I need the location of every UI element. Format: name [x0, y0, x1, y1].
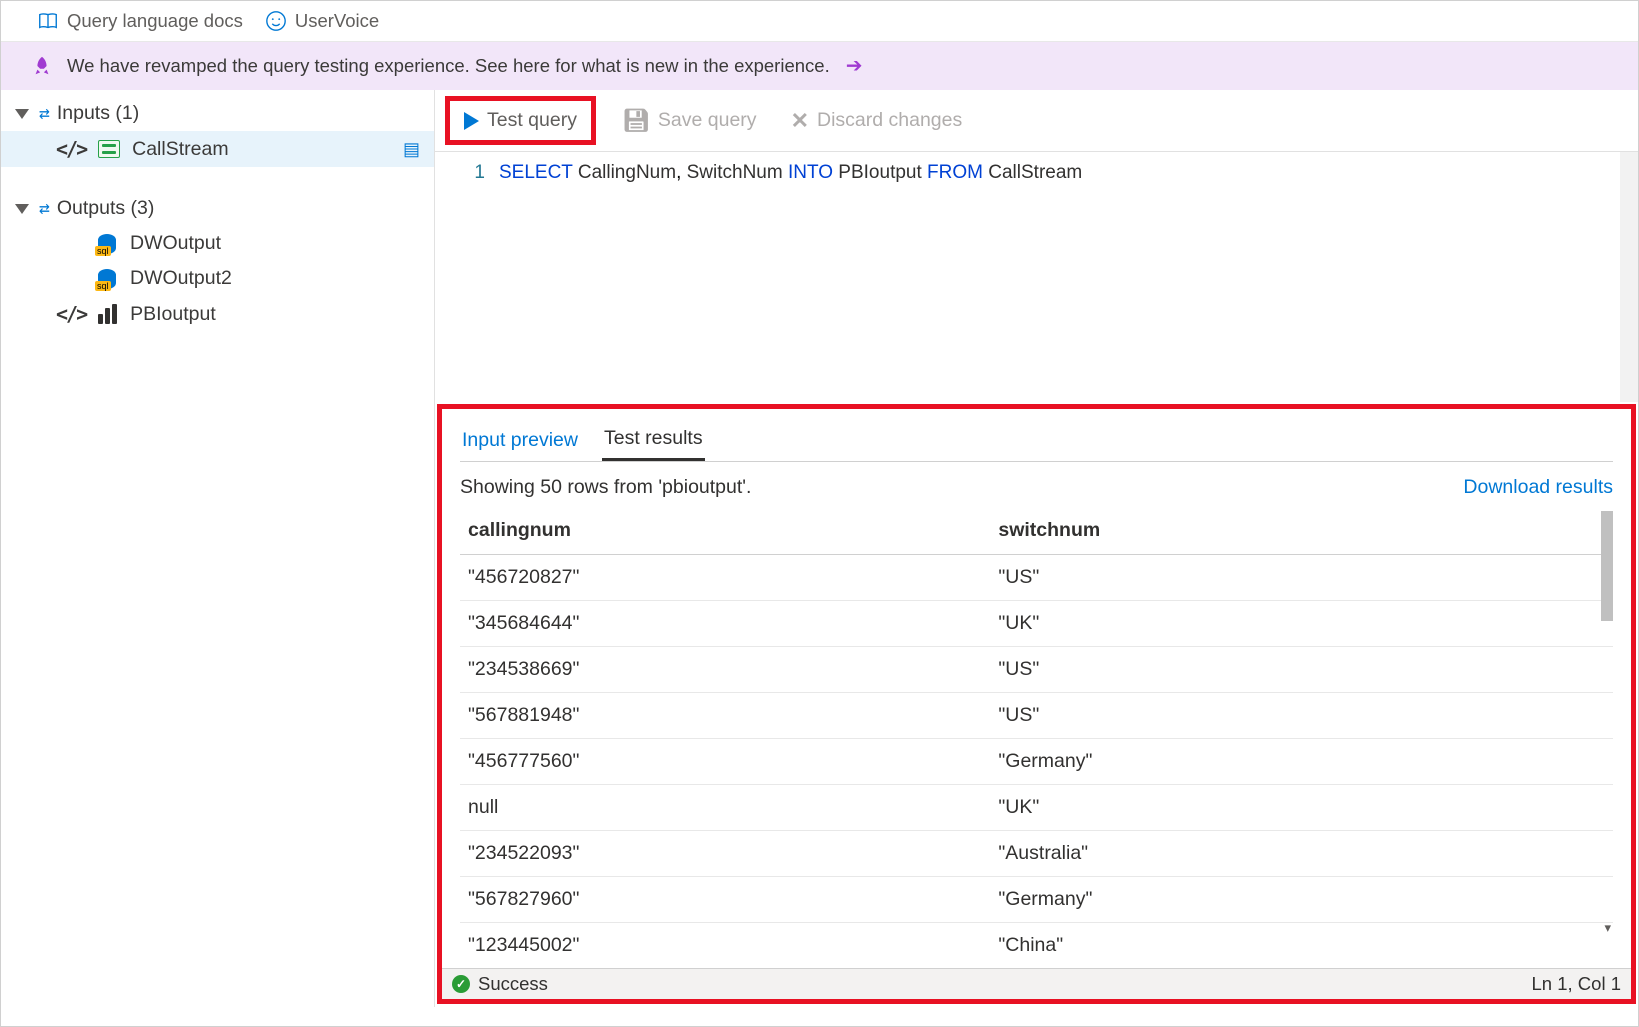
cell-switchnum: "US" — [990, 555, 1613, 601]
test-query-highlight-box: Test query — [445, 96, 596, 145]
sidebar-item-pbioutput[interactable]: </> PBIoutput — [1, 296, 434, 332]
line-number: 1 — [474, 162, 485, 183]
outputs-group-icon: ⇄ — [39, 198, 49, 219]
query-toolbar: Test query 💾︎ Save query ✕ Discard chang… — [435, 90, 1638, 152]
column-header-switchnum[interactable]: switchnum — [990, 507, 1613, 555]
info-banner: We have revamped the query testing exper… — [1, 42, 1638, 90]
tab-test-results[interactable]: Test results — [602, 419, 705, 461]
sql-db-icon — [96, 233, 118, 255]
status-bar: ✓ Success Ln 1, Col 1 — [442, 968, 1631, 999]
table-row[interactable]: "567881948""US" — [460, 693, 1613, 739]
inputs-group-icon: ⇄ — [39, 103, 49, 124]
powerbi-icon — [98, 304, 118, 324]
test-query-button[interactable]: Test query — [456, 103, 585, 138]
cell-callingnum: "234522093" — [460, 831, 990, 877]
success-icon: ✓ — [452, 975, 470, 993]
docs-link-label: Query language docs — [67, 10, 243, 32]
cell-switchnum: "US" — [990, 647, 1613, 693]
outputs-group-header[interactable]: ⇄ Outputs (3) — [1, 191, 434, 226]
save-icon: 💾︎ — [622, 108, 650, 134]
cell-switchnum: "US" — [990, 693, 1613, 739]
code-line[interactable]: SELECT CallingNum, SwitchNum INTO PBIout… — [499, 156, 1082, 402]
table-row[interactable]: "456720827""US" — [460, 555, 1613, 601]
table-row[interactable]: "345684644""UK" — [460, 601, 1613, 647]
table-row[interactable]: null"UK" — [460, 785, 1613, 831]
scroll-down-arrow-icon[interactable]: ▾ — [1604, 920, 1611, 936]
results-scrollbar[interactable] — [1601, 511, 1613, 621]
cell-callingnum: null — [460, 785, 990, 831]
sidebar-item-dwoutput2[interactable]: DWOutput2 — [1, 261, 434, 296]
sidebar-item-callstream[interactable]: </> CallStream ▤ — [1, 131, 434, 167]
cell-switchnum: "China" — [990, 923, 1613, 969]
column-header-callingnum[interactable]: callingnum — [460, 507, 990, 555]
book-icon — [37, 10, 59, 32]
sidebar-item-dwoutput[interactable]: DWOutput — [1, 226, 434, 261]
rocket-icon — [31, 55, 53, 77]
right-pane: Test query 💾︎ Save query ✕ Discard chang… — [435, 90, 1638, 1007]
results-highlight-box: Input preview Test results Showing 50 ro… — [437, 404, 1636, 1004]
edit-icon[interactable]: ▤ — [403, 139, 420, 160]
table-row[interactable]: "456777560""Germany" — [460, 739, 1613, 785]
sidebar-item-label: DWOutput — [130, 232, 221, 255]
cell-callingnum: "456720827" — [460, 555, 990, 601]
uservoice-link-label: UserVoice — [295, 10, 379, 32]
table-header-row: callingnum switchnum — [460, 507, 1613, 555]
result-meta-row: Showing 50 rows from 'pbioutput'. Downlo… — [442, 462, 1631, 507]
outputs-heading-label: Outputs (3) — [57, 197, 155, 220]
query-language-docs-link[interactable]: Query language docs — [37, 10, 243, 32]
cell-callingnum: "345684644" — [460, 601, 990, 647]
discard-changes-label: Discard changes — [817, 109, 962, 132]
table-row[interactable]: "567827960""Germany" — [460, 877, 1613, 923]
results-table-container[interactable]: callingnum switchnum "456720827""US" "34… — [460, 507, 1613, 968]
table-row[interactable]: "123445002""China" — [460, 923, 1613, 969]
download-results-link[interactable]: Download results — [1463, 476, 1613, 499]
save-query-label: Save query — [658, 109, 757, 132]
inputs-heading-label: Inputs (1) — [57, 102, 139, 125]
cell-callingnum: "234538669" — [460, 647, 990, 693]
result-tabs: Input preview Test results — [442, 409, 1631, 461]
test-query-label: Test query — [487, 109, 577, 132]
table-row[interactable]: "234538669""US" — [460, 647, 1613, 693]
inputs-group-header[interactable]: ⇄ Inputs (1) — [1, 96, 434, 131]
editor-scrollbar[interactable] — [1620, 152, 1638, 402]
result-summary-text: Showing 50 rows from 'pbioutput'. — [460, 476, 751, 499]
close-icon: ✕ — [791, 108, 809, 134]
banner-text: We have revamped the query testing exper… — [67, 55, 830, 77]
top-link-bar: Query language docs UserVoice — [1, 1, 1638, 42]
editor-gutter: 1 — [435, 156, 499, 402]
play-icon — [464, 112, 479, 130]
caret-down-icon — [15, 109, 29, 119]
sidebar-item-label: DWOutput2 — [130, 267, 232, 290]
sidebar-item-label: PBIoutput — [130, 303, 216, 326]
code-icon: </> — [56, 302, 86, 326]
cell-switchnum: "Australia" — [990, 831, 1613, 877]
table-row[interactable]: "234522093""Australia" — [460, 831, 1613, 877]
cell-switchnum: "Germany" — [990, 877, 1613, 923]
discard-changes-button[interactable]: ✕ Discard changes — [783, 102, 971, 140]
cell-switchnum: "UK" — [990, 785, 1613, 831]
tab-input-preview[interactable]: Input preview — [460, 421, 580, 460]
banner-arrow-icon[interactable]: ➔ — [846, 56, 863, 76]
sidebar: ⇄ Inputs (1) </> CallStream ▤ ⇄ Outputs … — [1, 90, 435, 1007]
stream-icon — [98, 140, 120, 158]
query-editor[interactable]: 1 SELECT CallingNum, SwitchNum INTO PBIo… — [435, 152, 1638, 402]
uservoice-link[interactable]: UserVoice — [265, 10, 379, 32]
status-text: Success — [478, 973, 548, 995]
sidebar-item-label: CallStream — [132, 138, 228, 161]
save-query-button[interactable]: 💾︎ Save query — [614, 102, 765, 140]
cell-switchnum: "Germany" — [990, 739, 1613, 785]
caret-down-icon — [15, 204, 29, 214]
results-table: callingnum switchnum "456720827""US" "34… — [460, 507, 1613, 968]
code-icon: </> — [56, 137, 86, 161]
sql-db-icon — [96, 268, 118, 290]
cell-callingnum: "123445002" — [460, 923, 990, 969]
cell-callingnum: "567827960" — [460, 877, 990, 923]
cell-callingnum: "567881948" — [460, 693, 990, 739]
cell-switchnum: "UK" — [990, 601, 1613, 647]
smile-icon — [265, 10, 287, 32]
cell-callingnum: "456777560" — [460, 739, 990, 785]
cursor-position-label: Ln 1, Col 1 — [1532, 973, 1621, 995]
